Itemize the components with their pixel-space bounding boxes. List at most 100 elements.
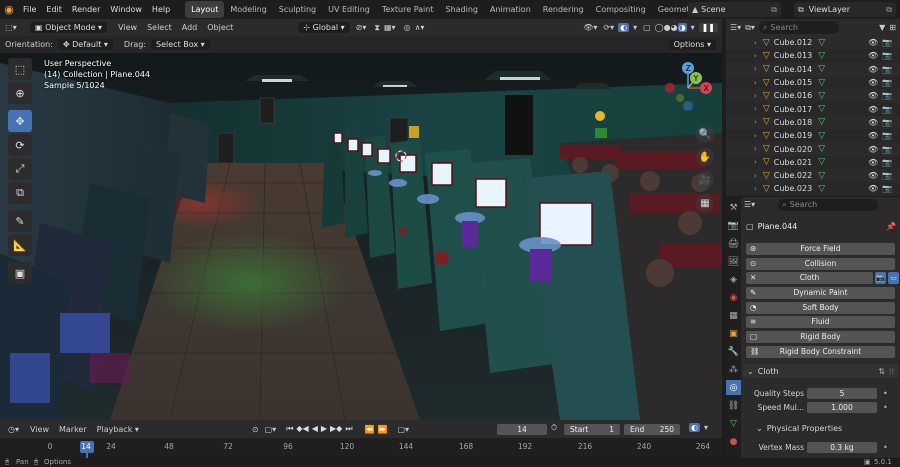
visibility-eye-icon[interactable]: 👁 <box>868 65 878 74</box>
menu-file[interactable]: File <box>18 0 41 19</box>
pin-icon[interactable]: 📌 <box>886 222 896 231</box>
jump-keyframe-back-icon[interactable]: ◆◀ <box>296 424 308 434</box>
proportional-falloff-icon[interactable]: ∧▾ <box>415 23 425 32</box>
visibility-selectability-icon[interactable]: 👁▾ <box>583 23 597 32</box>
jump-keyframe-forward-icon[interactable]: ▶◆ <box>330 424 342 434</box>
options-dropdown[interactable]: Options ▾ <box>668 39 716 50</box>
prev-frame-icon[interactable]: ⏪ <box>365 425 375 434</box>
workspace-tab-compositing[interactable]: Compositing <box>590 1 652 18</box>
snap-target-icon[interactable]: ▦▾ <box>384 23 396 32</box>
zoom-icon[interactable]: 🔍 <box>696 125 714 143</box>
workspace-tab-shading[interactable]: Shading <box>439 1 484 18</box>
visibility-eye-icon[interactable]: 👁 <box>868 184 878 193</box>
render-camera-icon[interactable]: 📷 <box>882 78 892 87</box>
expand-arrow-icon[interactable]: › <box>754 145 757 153</box>
workspace-tab-rendering[interactable]: Rendering <box>537 1 590 18</box>
quality-steps-field[interactable]: 5 <box>807 388 877 399</box>
speed-multiplier-keyframe-icon[interactable]: • <box>883 403 888 412</box>
expand-arrow-icon[interactable]: › <box>754 132 757 140</box>
outliner-row[interactable]: › ▽ Cube.019 ▽ 👁 📷 <box>726 129 900 142</box>
remove-cloth-icon[interactable]: ✕ <box>750 272 756 284</box>
visibility-eye-icon[interactable]: 👁 <box>868 78 878 87</box>
jump-start-icon[interactable]: ⏮ <box>286 424 293 434</box>
visibility-eye-icon[interactable]: 👁 <box>868 145 878 154</box>
expand-arrow-icon[interactable]: › <box>754 52 757 60</box>
render-camera-icon[interactable]: 📷 <box>882 91 892 100</box>
workspace-tab-animation[interactable]: Animation <box>484 1 537 18</box>
expand-arrow-icon[interactable]: › <box>754 185 757 193</box>
xray-icon[interactable]: ▢ <box>643 23 651 32</box>
outliner-row[interactable]: › ▽ Cube.014 ▽ 👁 📷 <box>726 62 900 76</box>
add-cube-tool-icon[interactable]: ▣ <box>8 262 32 284</box>
render-camera-icon[interactable]: 📷 <box>882 184 892 193</box>
show-gizmo-icon[interactable]: ⟳▾ <box>603 23 614 32</box>
collision-button[interactable]: ⊙ Collision <box>746 257 895 270</box>
timeline-ruler[interactable]: 0 14 24 48 72 96 120 144 168 192 216 240 264 <box>0 438 722 458</box>
scene-close-icon[interactable]: ⧉ <box>771 5 777 15</box>
start-frame-field[interactable]: Start 1 <box>564 424 620 435</box>
scale-tool-icon[interactable]: ⤢ <box>8 158 32 180</box>
render-camera-icon[interactable]: 📷 <box>882 145 892 154</box>
jump-end-icon[interactable]: ⏭ <box>345 424 352 434</box>
play-icon[interactable]: ▶ <box>321 424 327 434</box>
render-camera-icon[interactable]: 📷 <box>882 38 892 47</box>
shading-solid-icon[interactable]: ● <box>664 23 671 32</box>
fluid-button[interactable]: ≋ Fluid <box>746 316 895 329</box>
outliner-row[interactable]: › ▽ Cube.022 ▽ 👁 📷 <box>726 168 900 183</box>
annotate-tool-icon[interactable]: ✎ <box>8 210 32 232</box>
render-camera-icon[interactable]: 📷 <box>882 105 892 114</box>
outliner-row[interactable]: › ▽ Cube.023 ▽ 👁 📷 <box>726 182 900 195</box>
workspace-tab-layout[interactable]: Layout <box>185 1 225 18</box>
visibility-eye-icon[interactable]: 👁 <box>868 105 878 114</box>
viewport-menu-view[interactable]: View <box>113 19 142 36</box>
pivot-point-icon[interactable]: ⊘▾ <box>356 23 367 32</box>
properties-search-field[interactable]: ⌕ Search <box>778 198 879 211</box>
expand-arrow-icon[interactable]: › <box>754 158 757 166</box>
transform-tool-icon[interactable]: ⧉ <box>8 182 32 204</box>
orientation-dropdown[interactable]: ✥ Default ▾ <box>57 39 113 50</box>
cursor-tool-icon[interactable]: ⊕ <box>8 82 32 104</box>
new-collection-icon[interactable]: ⊞ <box>889 23 896 32</box>
properties-editor-icon[interactable]: ☰▾ <box>744 200 755 209</box>
timeline-editor-icon[interactable]: ◷▾ <box>8 425 19 434</box>
viewport-menu-object[interactable]: Object <box>202 19 238 36</box>
timeline-overlay-icon[interactable]: ◐ <box>689 423 700 432</box>
visibility-eye-icon[interactable]: 👁 <box>868 171 878 180</box>
pause-render-icon[interactable]: ❚❚ <box>698 23 718 32</box>
preview-range-icon[interactable]: ⏱ <box>551 423 557 433</box>
panel-drag-icon[interactable]: ⁞⁞ <box>889 367 894 376</box>
cloth-button[interactable]: ✕ Cloth ▭ 📷 <box>746 272 899 285</box>
visibility-eye-icon[interactable]: 👁 <box>868 38 878 47</box>
filter-icon[interactable]: ▼ <box>879 23 885 32</box>
end-frame-field[interactable]: End 250 <box>624 424 680 435</box>
visibility-eye-icon[interactable]: 👁 <box>868 91 878 100</box>
viewport-menu-add[interactable]: Add <box>177 19 203 36</box>
expand-arrow-icon[interactable]: › <box>754 65 757 73</box>
render-camera-icon[interactable]: 📷 <box>882 158 892 167</box>
menu-help[interactable]: Help <box>147 0 175 19</box>
current-frame-field[interactable]: 14 <box>497 424 547 435</box>
outliner-row[interactable]: › ▽ Cube.021 ▽ 👁 📷 <box>726 156 900 169</box>
proportional-editing-icon[interactable]: ◎ <box>404 23 411 32</box>
render-camera-icon[interactable]: 📷 <box>882 65 892 74</box>
rigid-body-button[interactable]: ▢ Rigid Body <box>746 331 895 344</box>
workspace-tab-sculpting[interactable]: Sculpting <box>273 1 322 18</box>
expand-arrow-icon[interactable]: › <box>754 118 757 126</box>
pan-hand-icon[interactable]: ✋ <box>696 148 714 166</box>
menu-edit[interactable]: Edit <box>41 0 67 19</box>
render-tab-icon[interactable]: 📷 <box>726 218 741 233</box>
force-field-button[interactable]: ⊛ Force Field <box>746 243 895 255</box>
drag-dropdown[interactable]: Select Box ▾ <box>151 39 210 50</box>
blender-logo-icon[interactable]: ◉ <box>0 3 18 16</box>
move-tool-icon[interactable]: ✥ <box>8 110 32 132</box>
menu-window[interactable]: Window <box>105 0 147 19</box>
timeline-menu-marker[interactable]: Marker <box>54 421 92 438</box>
expand-arrow-icon[interactable]: › <box>754 172 757 180</box>
outliner-row[interactable]: › ▽ Cube.018 ▽ 👁 📷 <box>726 115 900 130</box>
visibility-eye-icon[interactable]: 👁 <box>868 158 878 167</box>
outliner-editor-type-icon[interactable]: ☰▾ <box>730 23 741 32</box>
soft-body-button[interactable]: ◔ Soft Body <box>746 301 895 314</box>
outliner-row[interactable]: › ▽ Cube.012 ▽ 👁 📷 <box>726 36 900 50</box>
rotate-tool-icon[interactable]: ⟳ <box>8 134 32 156</box>
render-camera-icon[interactable]: 📷 <box>882 51 892 60</box>
